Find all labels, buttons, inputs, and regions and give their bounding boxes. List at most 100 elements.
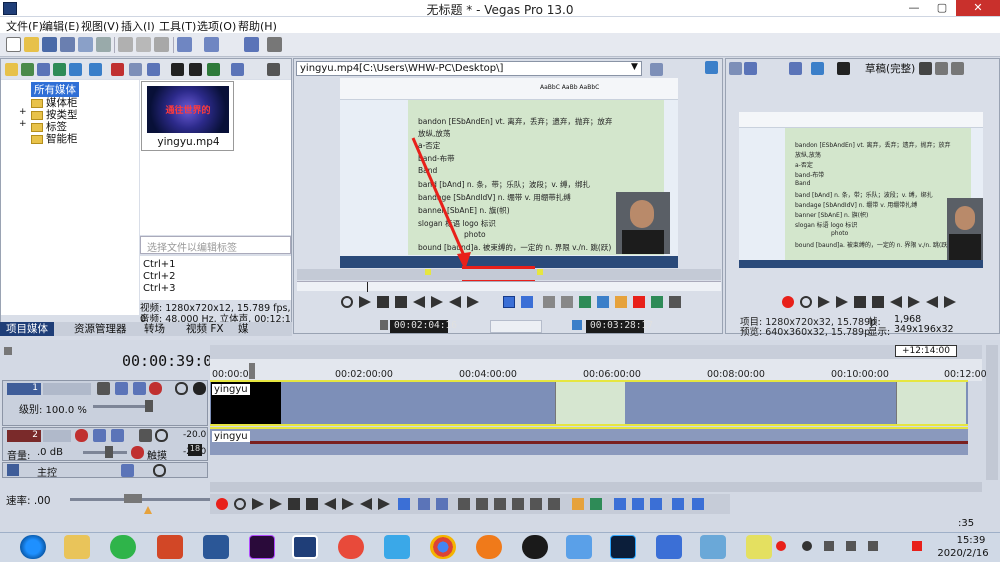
qq-icon[interactable]: [522, 535, 548, 559]
wechat-icon[interactable]: [110, 535, 136, 559]
tl-pause-icon[interactable]: [288, 498, 300, 510]
expand-icon[interactable]: +: [19, 119, 27, 129]
flash-app-icon[interactable]: [476, 535, 502, 559]
tree-item-smart-bins[interactable]: 智能柜: [31, 131, 78, 146]
in-marker[interactable]: [425, 269, 431, 275]
trim-icon[interactable]: [579, 296, 591, 308]
audio-mute-icon[interactable]: [155, 429, 168, 442]
master-mute-icon[interactable]: [153, 464, 166, 477]
preview-go-to-start-icon[interactable]: [890, 296, 902, 308]
selection-tool-icon[interactable]: [436, 498, 448, 510]
menu-help[interactable]: 帮助(H): [238, 18, 277, 34]
tl-previous-frame-icon[interactable]: [360, 498, 372, 510]
remove-media-icon[interactable]: [111, 63, 124, 76]
track-fx-icon[interactable]: [115, 382, 128, 395]
overlays-icon[interactable]: [919, 62, 932, 75]
envelope-tool-icon[interactable]: [418, 498, 430, 510]
preview-stop-icon[interactable]: [872, 296, 884, 308]
tl-loop-icon[interactable]: [234, 498, 246, 510]
tl-stop-icon[interactable]: [306, 498, 318, 510]
external-monitor-icon[interactable]: [789, 62, 802, 75]
tag-input[interactable]: 选择文件以编辑标签: [140, 236, 291, 254]
tray-network-icon[interactable]: [846, 541, 856, 551]
preview-next-frame-icon[interactable]: [944, 296, 956, 308]
master-bus-header[interactable]: 主控: [2, 462, 208, 479]
copy-snapshot-icon[interactable]: [935, 62, 948, 75]
video-clip-thumbnail[interactable]: [555, 382, 625, 424]
rate-slider-thumb[interactable]: [124, 494, 142, 503]
audio-track-name[interactable]: [43, 430, 71, 442]
preview-loop-icon[interactable]: [800, 296, 812, 308]
tab-transitions[interactable]: 转场: [138, 322, 171, 336]
timeline-dock-icon[interactable]: [4, 347, 12, 355]
video-track-name[interactable]: [43, 383, 91, 395]
trimmer-time-out[interactable]: 00:03:28:17: [586, 320, 653, 333]
master-fx-icon[interactable]: [121, 464, 134, 477]
previous-frame-icon[interactable]: [449, 296, 461, 308]
solo-icon[interactable]: [193, 382, 206, 395]
powerpoint-icon[interactable]: [157, 535, 183, 559]
snapshot-icon[interactable]: [669, 296, 681, 308]
views-icon[interactable]: [231, 63, 244, 76]
track-motion-icon[interactable]: [97, 382, 110, 395]
playhead-handle[interactable]: [249, 363, 255, 379]
cut-icon[interactable]: [118, 37, 133, 52]
media-fx-icon[interactable]: [129, 63, 142, 76]
timeline-horizontal-scrollbar[interactable]: [210, 482, 982, 492]
menu-view[interactable]: 视图(V): [81, 18, 119, 34]
loop-region-bar[interactable]: +12:14:00: [210, 345, 982, 359]
video-fx-icon[interactable]: [811, 62, 824, 75]
timeline-vertical-scrollbar[interactable]: [986, 345, 998, 480]
next-frame-icon[interactable]: [467, 296, 479, 308]
tool-icon[interactable]: [244, 37, 259, 52]
capture-video-icon[interactable]: [21, 63, 34, 76]
track-settings-icon[interactable]: [149, 382, 162, 395]
insert-marker-icon[interactable]: [572, 498, 584, 510]
chrome-icon[interactable]: [430, 535, 456, 559]
feishu-icon[interactable]: [566, 535, 592, 559]
preview-pause-icon[interactable]: [854, 296, 866, 308]
go-to-start-icon[interactable]: [413, 296, 425, 308]
tl-play-icon[interactable]: [270, 498, 282, 510]
composite-mode-icon[interactable]: [133, 382, 146, 395]
menu-options[interactable]: 选项(O): [197, 18, 236, 34]
flag-icon[interactable]: [651, 296, 663, 308]
paste-icon[interactable]: [154, 37, 169, 52]
trimmer-time-in[interactable]: 00:02:04:16: [390, 320, 457, 333]
menu-insert[interactable]: 插入(I): [121, 18, 155, 34]
project-properties-icon[interactable]: [744, 62, 757, 75]
import-media-icon[interactable]: [5, 63, 18, 76]
set-out-icon[interactable]: [561, 296, 573, 308]
pause-icon[interactable]: [377, 296, 389, 308]
save-icon[interactable]: [42, 37, 57, 52]
tl-record-icon[interactable]: [216, 498, 228, 510]
volume-slider-thumb[interactable]: [105, 446, 113, 458]
split-icon[interactable]: [530, 498, 542, 510]
close-button[interactable]: ✕: [956, 0, 1000, 16]
preview-previous-frame-icon[interactable]: [926, 296, 938, 308]
auto-preview-icon[interactable]: [207, 63, 220, 76]
delete-icon[interactable]: [458, 498, 470, 510]
audio-pan-mode[interactable]: 触摸: [147, 447, 167, 462]
shortcut-3[interactable]: Ctrl+3: [143, 283, 176, 294]
tray-qq-icon[interactable]: [802, 541, 812, 551]
normal-edit-tool-icon[interactable]: [398, 498, 410, 510]
ignore-grouping-icon[interactable]: [692, 498, 704, 510]
new-file-icon[interactable]: [6, 37, 21, 52]
properties-icon[interactable]: [96, 37, 111, 52]
copy-icon[interactable]: [136, 37, 151, 52]
get-media-icon[interactable]: [37, 63, 50, 76]
trim-icon[interactable]: [476, 498, 488, 510]
level-slider-thumb[interactable]: [145, 400, 153, 412]
redo-icon[interactable]: [204, 37, 219, 52]
split-screen-icon[interactable]: [837, 62, 850, 75]
marker-icon[interactable]: [615, 296, 627, 308]
ie-browser-icon[interactable]: [20, 535, 46, 559]
render-icon[interactable]: [78, 37, 93, 52]
tl-go-to-start-icon[interactable]: [324, 498, 336, 510]
shortcut-1[interactable]: Ctrl+1: [143, 259, 176, 270]
audio-settings-icon[interactable]: [139, 429, 152, 442]
menu-file[interactable]: 文件(F): [6, 18, 43, 34]
arm-record-icon[interactable]: [75, 429, 88, 442]
selection-icon[interactable]: [597, 296, 609, 308]
